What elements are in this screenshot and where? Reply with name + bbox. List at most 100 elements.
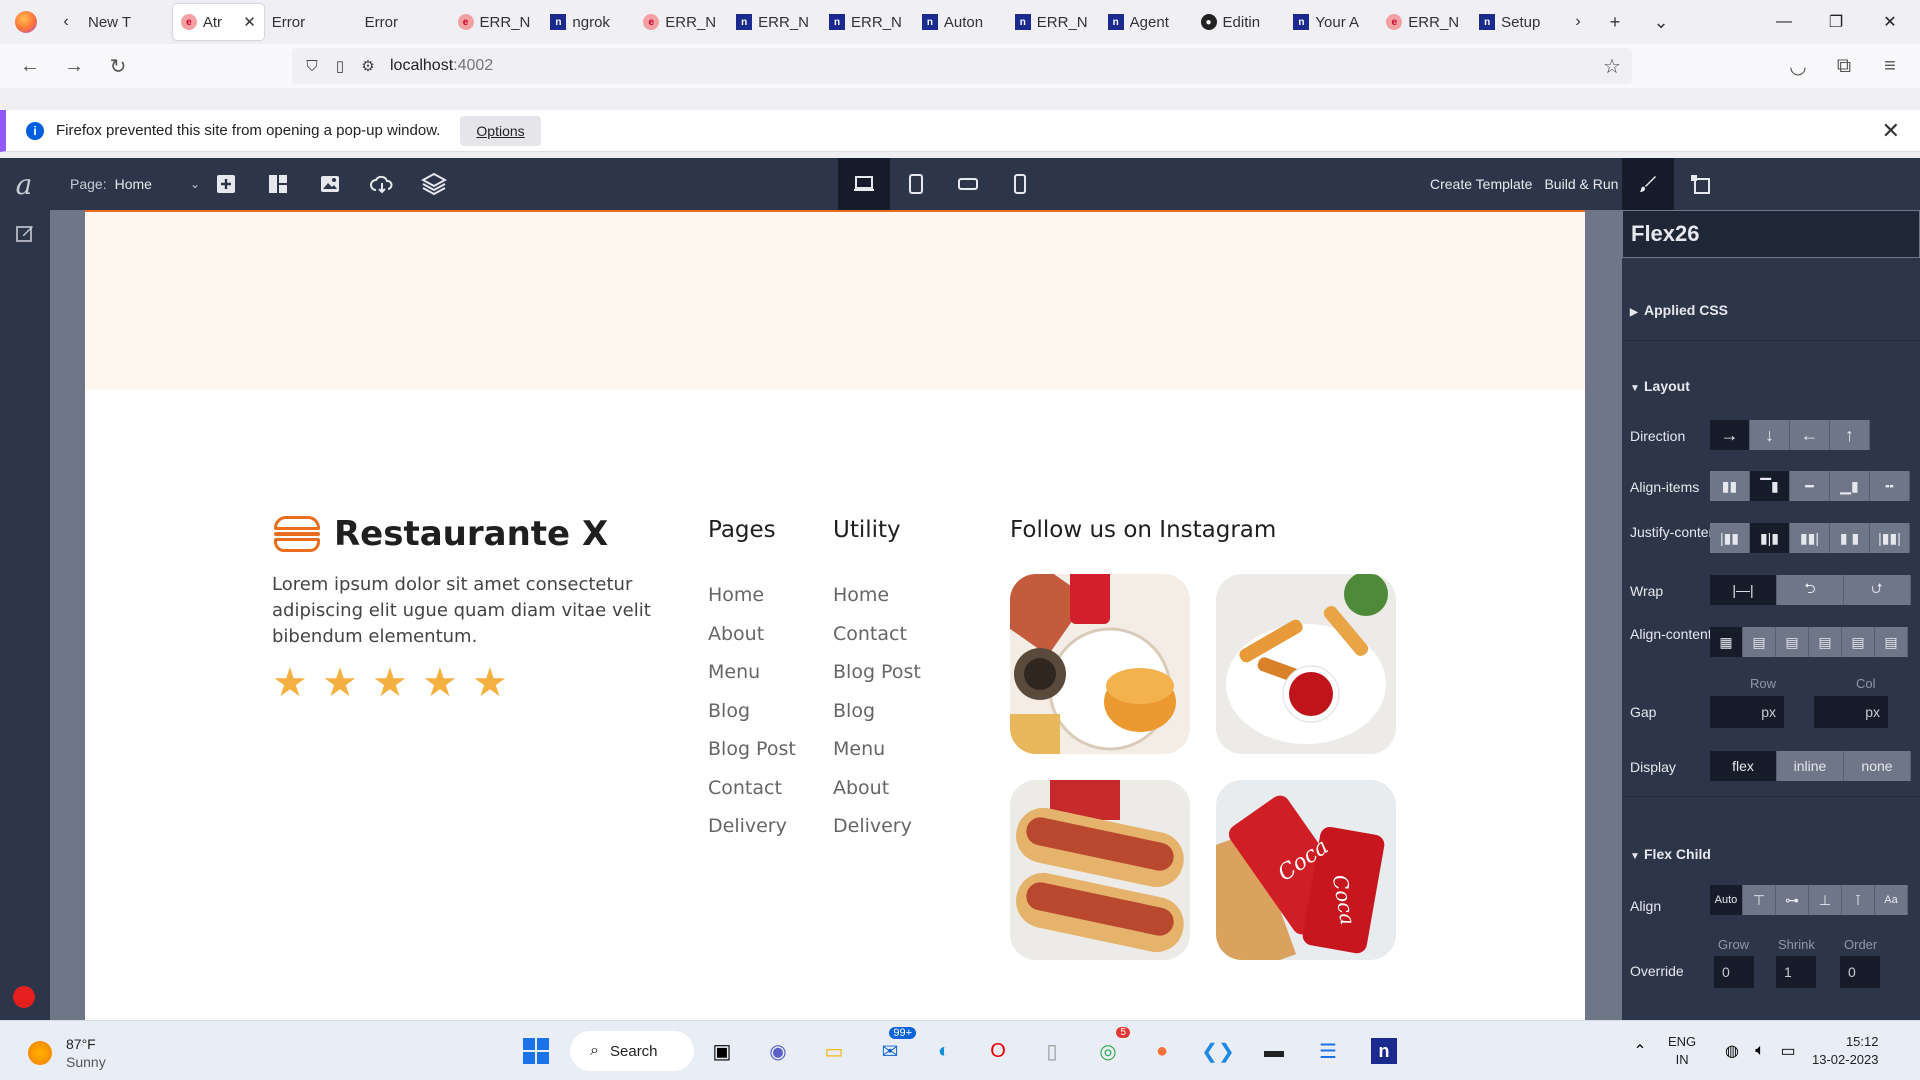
mobile-view-icon[interactable] <box>994 158 1046 210</box>
align-self-auto-button[interactable]: Auto <box>1710 885 1743 915</box>
pocket-icon[interactable]: ◡ <box>1776 44 1820 88</box>
footer-link[interactable]: Delivery <box>708 815 796 854</box>
align-self-start-icon[interactable]: ⊤ <box>1743 885 1776 915</box>
layout-blocks-icon[interactable] <box>252 158 304 210</box>
tab-scroll-right-icon[interactable]: › <box>1564 0 1592 44</box>
grow-input[interactable]: 0 <box>1714 956 1754 988</box>
coca-cola-cans-photo[interactable]: Coca Coca <box>1216 780 1396 960</box>
resize-layout-icon[interactable] <box>1674 158 1726 210</box>
url-text[interactable]: localhost:4002 <box>390 57 493 75</box>
page-selector[interactable]: Page: Home ⌄ <box>70 176 200 192</box>
align-end-icon[interactable]: ▁▮ <box>1830 471 1870 501</box>
footer-link[interactable]: Menu <box>833 738 921 777</box>
back-icon[interactable]: ← <box>8 44 52 88</box>
browser-tab[interactable]: n ERR_N <box>728 4 821 40</box>
tray-chevron-up-icon[interactable]: ⌃ <box>1620 1031 1660 1071</box>
notepad-icon[interactable]: ▯ <box>1032 1031 1072 1071</box>
permissions-icon[interactable]: ⚙ <box>354 57 382 75</box>
no-wrap-icon[interactable]: |—| <box>1710 575 1777 605</box>
browser-tab[interactable]: e ERR_N <box>635 4 728 40</box>
url-bar[interactable]: ⛉ ▯ ⚙ localhost:4002 ☆ <box>292 48 1632 84</box>
display-flex-button[interactable]: flex <box>1710 751 1777 781</box>
chrome-icon[interactable]: ◎ 5 <box>1088 1027 1130 1071</box>
create-template-button[interactable]: Create Template <box>1424 176 1538 192</box>
browser-tab[interactable]: n ERR_N <box>1007 4 1100 40</box>
align-stretch-icon[interactable]: ▮▮ <box>1710 471 1750 501</box>
align-start-icon[interactable]: ▔▮ <box>1750 471 1790 501</box>
justify-between-icon[interactable]: ▮ ▮ <box>1830 523 1870 553</box>
justify-center-icon[interactable]: ▮|▮ <box>1750 523 1790 553</box>
wrap-icon[interactable]: ⮌ <box>1777 575 1844 605</box>
browser-tab[interactable]: e ERR_N <box>450 4 543 40</box>
footer-link[interactable]: Blog Post <box>833 661 921 700</box>
media-image-icon[interactable] <box>304 158 356 210</box>
clock[interactable]: 15:12 13-02-2023 <box>1812 1033 1879 1069</box>
firefox-taskbar-icon[interactable]: ● <box>1142 1031 1182 1071</box>
task-view-icon[interactable]: ▣ <box>702 1031 742 1071</box>
desktop-view-icon[interactable] <box>838 158 890 210</box>
weather-widget[interactable]: 87°F Sunny <box>28 1035 106 1071</box>
browser-tab[interactable]: n Setup <box>1471 4 1564 40</box>
align-self-stretch-icon[interactable]: ⊺ <box>1842 885 1875 915</box>
fries-with-ketchup-photo[interactable] <box>1216 574 1396 754</box>
browser-tab[interactable]: e Atr ✕ <box>172 4 264 40</box>
browser-tab[interactable]: ● Editin <box>1193 4 1286 40</box>
file-explorer-icon[interactable]: ▭ <box>814 1031 854 1071</box>
flex-child-section[interactable]: ▼ Flex Child <box>1630 846 1711 862</box>
battery-icon[interactable]: ▭ <box>1768 1031 1808 1071</box>
align-content-around-icon[interactable]: ▤ <box>1875 627 1908 657</box>
align-content-center-icon[interactable]: ▤ <box>1776 627 1809 657</box>
browser-tab[interactable]: New T <box>80 4 173 40</box>
burger-and-soda-photo[interactable] <box>1010 574 1190 754</box>
arrow-down-icon[interactable]: ↓ <box>1750 420 1790 450</box>
teams-chat-icon[interactable]: ◉ <box>758 1031 798 1071</box>
order-input[interactable]: 0 <box>1840 956 1880 988</box>
menu-icon[interactable]: ≡ <box>1868 44 1912 88</box>
footer-link[interactable]: Delivery <box>833 815 921 854</box>
taskbar-search[interactable]: ⌕ Search <box>570 1031 694 1071</box>
shield-icon[interactable]: ⛉ <box>298 58 326 75</box>
footer-link[interactable]: Blog Post <box>708 738 796 777</box>
align-baseline-icon[interactable]: ╍ <box>1870 471 1910 501</box>
browser-tab[interactable]: Error <box>264 4 357 40</box>
minimize-icon[interactable]: — <box>1756 0 1812 44</box>
footer-link[interactable]: Menu <box>708 661 796 700</box>
footer-link[interactable]: Home <box>833 584 921 623</box>
new-tab-icon[interactable]: + <box>1592 0 1638 44</box>
arrow-right-icon[interactable]: → <box>1710 420 1750 450</box>
vscode-icon[interactable]: ❮❯ <box>1198 1031 1238 1071</box>
record-indicator-icon[interactable] <box>13 986 35 1008</box>
align-content-between-icon[interactable]: ▤ <box>1842 627 1875 657</box>
tablet-view-icon[interactable] <box>890 158 942 210</box>
wrap-reverse-icon[interactable]: ⮍ <box>1844 575 1911 605</box>
app-n-icon[interactable]: n <box>1364 1031 1404 1071</box>
tab-list-chevron-icon[interactable]: ⌄ <box>1638 0 1684 44</box>
justify-start-icon[interactable]: |▮▮ <box>1710 523 1750 553</box>
hero-section[interactable] <box>85 212 1585 390</box>
opera-icon[interactable]: O <box>978 1031 1018 1071</box>
footer-link[interactable]: Contact <box>833 623 921 662</box>
restore-icon[interactable]: ❐ <box>1808 0 1864 44</box>
justify-end-icon[interactable]: ▮▮| <box>1790 523 1830 553</box>
gap-col-input[interactable]: px <box>1814 696 1888 728</box>
browser-tab[interactable]: n Agent <box>1100 4 1193 40</box>
tablet-landscape-view-icon[interactable] <box>942 158 994 210</box>
shrink-input[interactable]: 1 <box>1776 956 1816 988</box>
bookmark-star-icon[interactable]: ☆ <box>1598 54 1626 79</box>
edge-icon[interactable]: ◐ <box>924 1031 964 1071</box>
firefox-icon[interactable] <box>0 0 52 44</box>
browser-tab[interactable]: n Your A <box>1285 4 1378 40</box>
close-notification-icon[interactable]: ✕ <box>1882 118 1900 144</box>
footer-link[interactable]: Blog <box>833 700 921 739</box>
notes-icon[interactable]: ☰ <box>1308 1031 1348 1071</box>
layout-section[interactable]: ▼ Layout <box>1630 378 1690 394</box>
browser-tab[interactable]: e ERR_N <box>1378 4 1471 40</box>
hot-dogs-photo[interactable] <box>1010 780 1190 960</box>
align-self-baseline-icon[interactable]: Aa <box>1875 885 1908 915</box>
gap-row-input[interactable]: px <box>1710 696 1784 728</box>
footer-link[interactable]: About <box>708 623 796 662</box>
footer-brand[interactable]: Restaurante X <box>272 514 608 554</box>
footer-link[interactable]: Blog <box>708 700 796 739</box>
align-content-stretch-icon[interactable]: ▦ <box>1710 627 1743 657</box>
applied-css-section[interactable]: ▶ Applied CSS <box>1630 302 1728 318</box>
